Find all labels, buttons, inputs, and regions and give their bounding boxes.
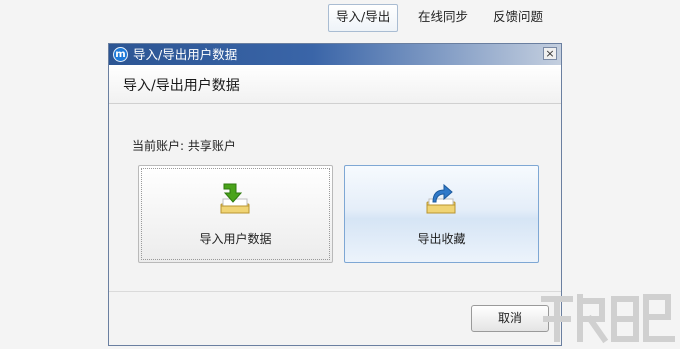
tab-online-sync[interactable]: 在线同步 (411, 4, 475, 30)
tab-import-export[interactable]: 导入/导出 (328, 4, 399, 32)
dialog-header: 导入/导出用户数据 (109, 65, 561, 104)
export-folder-icon (426, 183, 456, 214)
cancel-button[interactable]: 取消 (471, 305, 549, 332)
dialog-titlebar[interactable]: m 导入/导出用户数据 × (109, 44, 561, 65)
close-button[interactable]: × (543, 47, 557, 60)
tab-feedback[interactable]: 反馈问题 (486, 4, 550, 30)
watermark-logo (541, 294, 675, 344)
import-folder-icon (220, 183, 250, 214)
m-logo-icon: m (113, 47, 128, 62)
header-title: 导入/导出用户数据 (123, 78, 240, 94)
footer-divider (109, 291, 561, 292)
export-card-label: 导出收藏 (417, 232, 466, 246)
top-tab-bar: 导入/导出 在线同步 反馈问题 (0, 0, 680, 38)
dialog-title: 导入/导出用户数据 (133, 47, 238, 62)
export-favorites-button[interactable]: 导出收藏 (344, 165, 539, 263)
import-card-label: 导入用户数据 (199, 232, 272, 246)
current-account-label: 当前账户: 共享账户 (132, 139, 236, 153)
import-user-data-button[interactable]: 导入用户数据 (138, 165, 333, 263)
import-export-dialog: m 导入/导出用户数据 × 导入/导出用户数据 当前账户: 共享账户 导入用户数… (108, 43, 562, 346)
